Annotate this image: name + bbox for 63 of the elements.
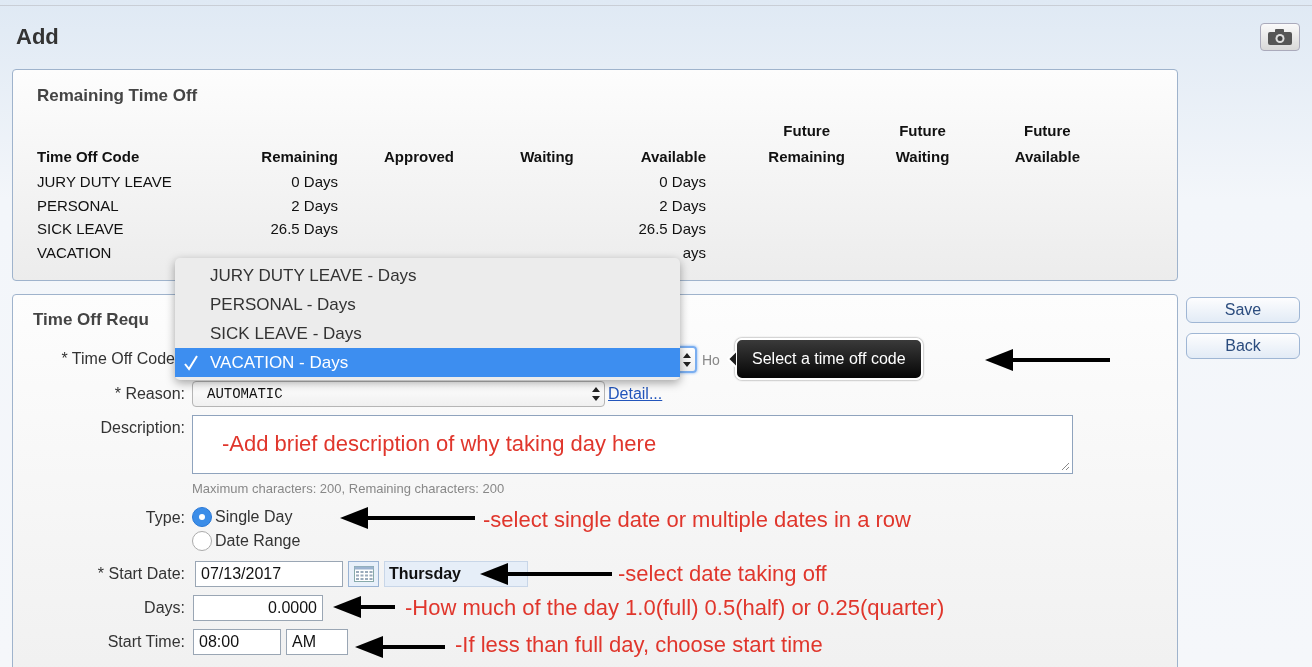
radio-button[interactable] xyxy=(192,531,212,551)
table-cell: 2 Days xyxy=(659,196,706,214)
table-cell: JURY DUTY LEAVE xyxy=(37,173,172,191)
panel-title: Time Off Requ xyxy=(33,310,150,330)
save-button[interactable]: Save xyxy=(1186,297,1300,323)
annotation-note: -If less than full day, choose start time xyxy=(455,632,823,658)
camera-icon xyxy=(1267,28,1293,46)
column-header: Future Waiting xyxy=(895,121,950,167)
time-field[interactable]: 08:00 xyxy=(193,629,281,655)
tooltip-pointer xyxy=(727,350,737,368)
column-header: Approved xyxy=(384,147,454,167)
annotation-note: -select date taking off xyxy=(618,561,827,587)
detail-link[interactable]: Detail... xyxy=(608,385,663,403)
table-cell: VACATION xyxy=(37,243,112,261)
weekday-field: Thursday xyxy=(384,561,528,587)
field-label: Type: xyxy=(145,508,185,528)
table-cell: SICK LEAVE xyxy=(37,220,124,238)
check-icon xyxy=(184,355,198,371)
table-cell: 0 Days xyxy=(659,173,706,191)
tooltip: Select a time off code xyxy=(735,338,923,380)
calendar-button[interactable] xyxy=(348,561,379,587)
column-header: Future Available xyxy=(1014,121,1080,167)
unit-label: Ho xyxy=(702,351,720,368)
table-cell: ays xyxy=(682,243,706,261)
annotation-note: -How much of the day 1.0(full) 0.5(half) or 0.25(quarter) xyxy=(405,595,945,621)
column-header: Available xyxy=(640,147,706,167)
radio-button[interactable] xyxy=(192,507,212,527)
table-cell: 0 Days xyxy=(291,173,338,191)
description-field[interactable] xyxy=(192,415,1073,474)
table-cell: 2 Days xyxy=(291,196,338,214)
menu-item[interactable]: PERSONAL - Days xyxy=(175,290,680,319)
back-button[interactable]: Back xyxy=(1186,333,1300,359)
annotation-note: -select single date or multiple dates in a row xyxy=(483,507,911,533)
field-label: * Reason: xyxy=(114,384,185,404)
table-cell: 26.5 Days xyxy=(270,220,338,238)
column-header: Waiting xyxy=(520,147,574,167)
select-field[interactable]: AUTOMATIC xyxy=(192,381,605,407)
field-label: Start Time: xyxy=(107,632,185,652)
page-title: Add xyxy=(16,24,59,50)
field-label: * Time Off Code xyxy=(61,349,176,369)
resize-grip-icon xyxy=(1061,462,1070,471)
table-cell: PERSONAL xyxy=(37,196,119,214)
sort-arrows-icon xyxy=(592,387,600,401)
days-field[interactable]: 0.0000 xyxy=(193,595,323,621)
menu-item[interactable]: SICK LEAVE - Days xyxy=(175,319,680,348)
column-header: Future Remaining xyxy=(768,121,845,167)
character-count: Maximum characters: 200, Remaining characters: 200 xyxy=(192,481,506,497)
column-header: Remaining xyxy=(261,147,338,167)
date-field[interactable]: 07/13/2017 xyxy=(195,561,343,587)
radio-label: Date Range xyxy=(215,532,301,550)
table-cell: 26.5 Days xyxy=(638,220,706,238)
column-header: Time Off Code xyxy=(37,147,140,167)
field-label: Days: xyxy=(144,598,185,618)
period-field[interactable]: AM xyxy=(286,629,348,655)
annotation-note: -Add brief description of why taking day here xyxy=(222,431,657,457)
camera-button[interactable] xyxy=(1260,23,1300,51)
field-label: Description: xyxy=(100,418,185,438)
field-label: * Start Date: xyxy=(97,564,185,584)
menu-item[interactable]: JURY DUTY LEAVE - Days xyxy=(175,261,680,290)
panel-title: Remaining Time Off xyxy=(37,86,199,106)
radio-label: Single Day xyxy=(215,508,293,526)
calendar-icon xyxy=(353,566,374,582)
sort-arrows-icon xyxy=(683,352,691,367)
